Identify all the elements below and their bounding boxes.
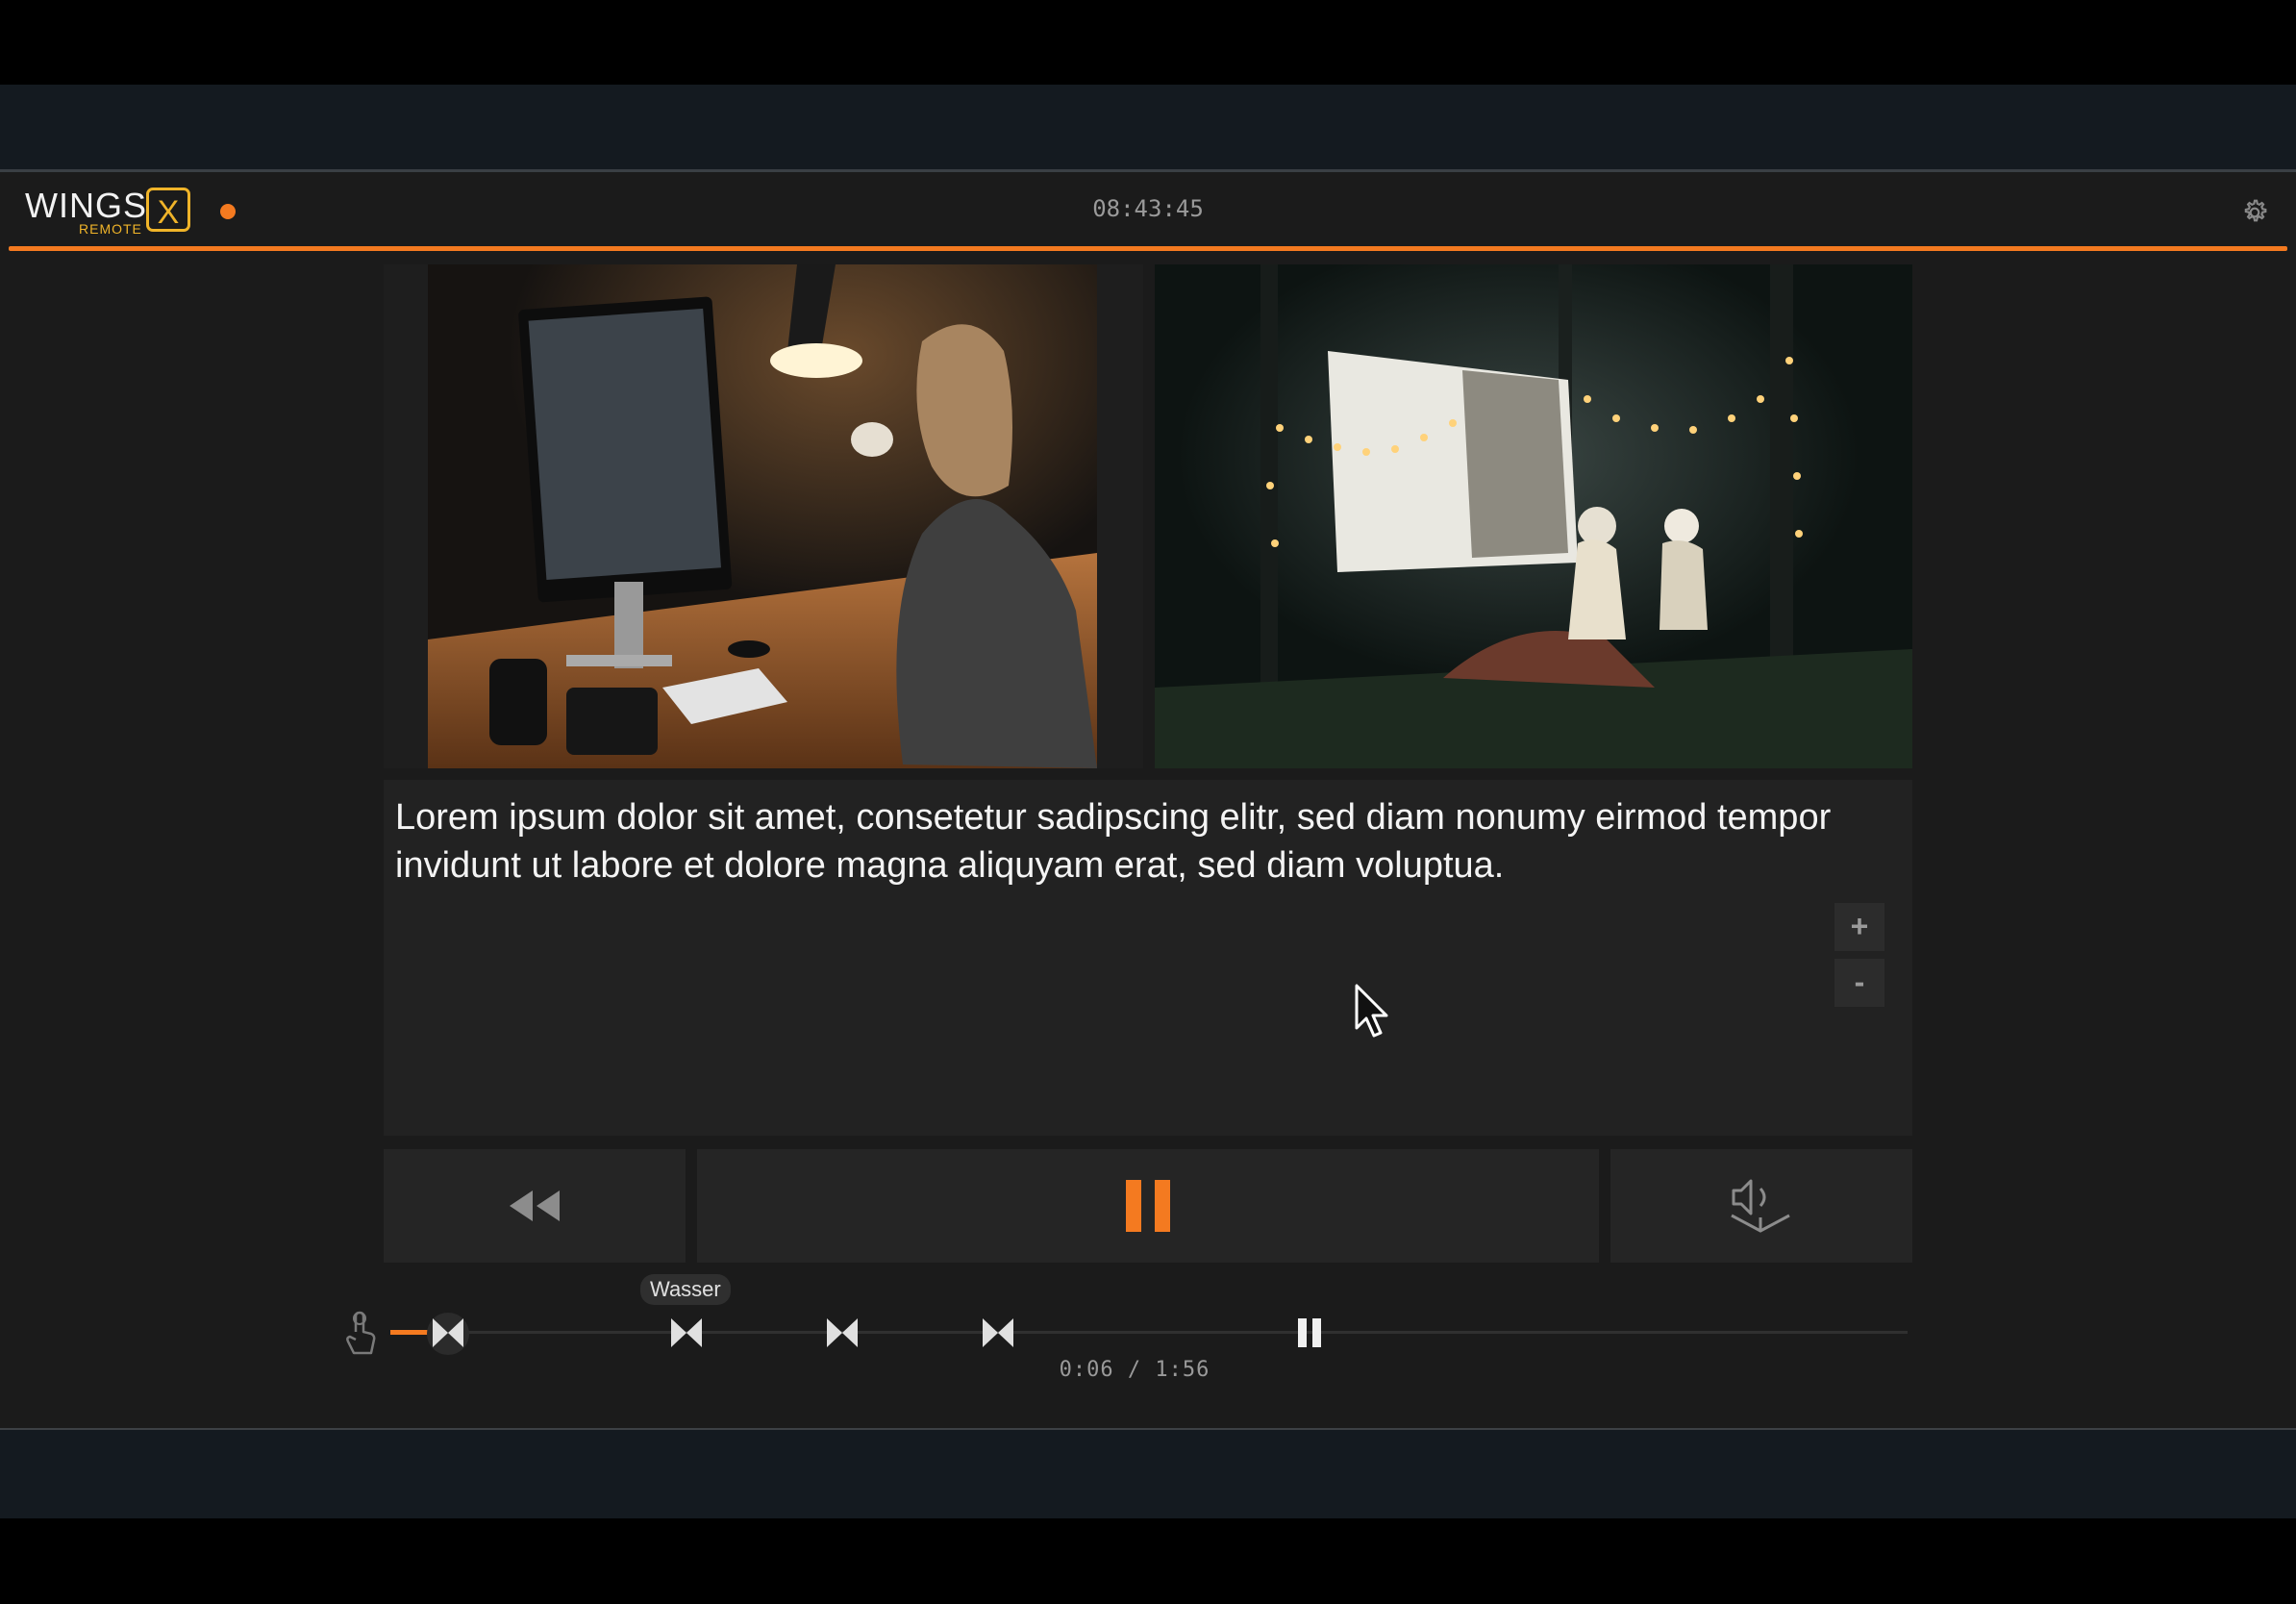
media-image-left bbox=[384, 264, 1143, 768]
play-pause-button[interactable] bbox=[697, 1149, 1599, 1263]
bottom-bar bbox=[0, 1430, 2296, 1518]
logo-x-mark: X bbox=[146, 188, 190, 232]
header-progress-line bbox=[9, 246, 2287, 251]
pause-icon bbox=[1126, 1180, 1170, 1232]
caption-text: Lorem ipsum dolor sit amet, consetetur s… bbox=[395, 797, 1832, 886]
wings-logo: WINGS REMOTE X bbox=[25, 186, 200, 239]
time-readout: 0:06 / 1:56 bbox=[1059, 1358, 1210, 1382]
header: WINGS REMOTE X 08:43:45 bbox=[0, 172, 2296, 251]
rewind-button[interactable] bbox=[384, 1149, 686, 1263]
wings-remote-app: WINGS REMOTE X 08:43:45 Lorem ipsum dolo… bbox=[0, 172, 2296, 1450]
zoom-out-button[interactable]: - bbox=[1834, 959, 1884, 1007]
timeline[interactable]: Wasser 0:06 / 1:56 bbox=[337, 1268, 1923, 1403]
clock: 08:43:45 bbox=[1092, 195, 1204, 222]
audio-duck-button[interactable] bbox=[1610, 1149, 1912, 1263]
screen: WINGS REMOTE X 08:43:45 Lorem ipsum dolo… bbox=[0, 0, 2296, 1604]
zoom-in-button[interactable]: + bbox=[1834, 903, 1884, 951]
rewind-icon bbox=[510, 1190, 560, 1221]
desk-scene-illustration bbox=[384, 264, 1143, 768]
marker-label: Wasser bbox=[640, 1274, 731, 1305]
touch-hand-icon[interactable] bbox=[342, 1311, 377, 1357]
gear-icon[interactable] bbox=[2239, 197, 2270, 228]
pause-marker-icon[interactable] bbox=[1290, 1315, 1329, 1351]
top-bar bbox=[0, 85, 2296, 171]
forest-cinema-illustration bbox=[1155, 264, 1912, 768]
caption-panel: Lorem ipsum dolor sit amet, consetetur s… bbox=[384, 780, 1912, 1136]
logo-wordmark: WINGS bbox=[25, 186, 147, 225]
media-image-right bbox=[1155, 264, 1912, 768]
speaker-down-icon bbox=[1731, 1179, 1790, 1233]
connection-status-dot bbox=[220, 204, 236, 219]
logo-subtitle: REMOTE bbox=[79, 221, 142, 237]
bowtie-marker-icon[interactable] bbox=[667, 1315, 706, 1351]
bowtie-marker-icon[interactable] bbox=[979, 1315, 1017, 1351]
mouse-cursor-icon bbox=[1355, 984, 1388, 1038]
bowtie-marker-icon[interactable] bbox=[429, 1315, 467, 1351]
bowtie-marker-icon[interactable] bbox=[823, 1315, 861, 1351]
